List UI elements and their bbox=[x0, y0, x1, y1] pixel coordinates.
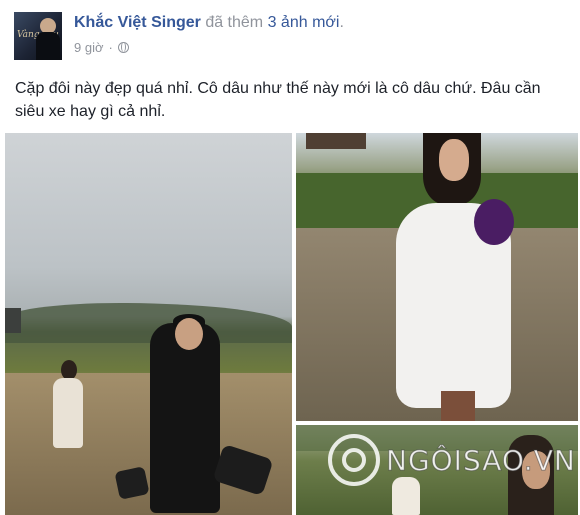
photo-count-link[interactable]: 3 ảnh mới bbox=[268, 14, 340, 31]
photo-2[interactable] bbox=[296, 133, 578, 421]
photo-road bbox=[5, 373, 292, 515]
watermark: NGÔISAO.VN bbox=[328, 434, 576, 486]
action-suffix: . bbox=[339, 14, 344, 31]
post-caption: Cặp đôi này đẹp quá nhỉ. Cô dâu như thế … bbox=[15, 80, 541, 120]
bride-figure-head bbox=[61, 360, 77, 380]
bride-legs bbox=[441, 391, 475, 421]
groom-figure bbox=[150, 323, 220, 513]
author-name-link[interactable]: Khắc Việt Singer bbox=[74, 14, 201, 31]
post-meta: 9 giờ · bbox=[74, 40, 129, 55]
ngoisao-logo-icon bbox=[328, 434, 380, 486]
photo-1[interactable] bbox=[5, 133, 292, 515]
photo-hills bbox=[5, 303, 292, 343]
bouquet bbox=[474, 199, 514, 245]
globe-icon[interactable] bbox=[117, 42, 129, 53]
timestamp-link[interactable]: 9 giờ bbox=[74, 40, 104, 55]
post-header: Khắc Việt Singer đã thêm 3 ảnh mới. bbox=[74, 14, 344, 32]
facebook-post: Vàng Yêu Khắc Việt Singer đã thêm 3 ảnh … bbox=[0, 0, 580, 515]
watermark-text: NGÔISAO.VN bbox=[386, 443, 576, 477]
action-text: đã thêm bbox=[205, 14, 264, 31]
bride-figure bbox=[53, 378, 83, 448]
bride-face bbox=[439, 139, 469, 181]
meta-separator: · bbox=[108, 40, 113, 55]
photo-house bbox=[306, 133, 366, 149]
photo-house bbox=[5, 308, 21, 333]
groom-head bbox=[175, 318, 203, 350]
author-avatar[interactable]: Vàng Yêu bbox=[14, 12, 62, 60]
avatar-body bbox=[36, 32, 60, 60]
